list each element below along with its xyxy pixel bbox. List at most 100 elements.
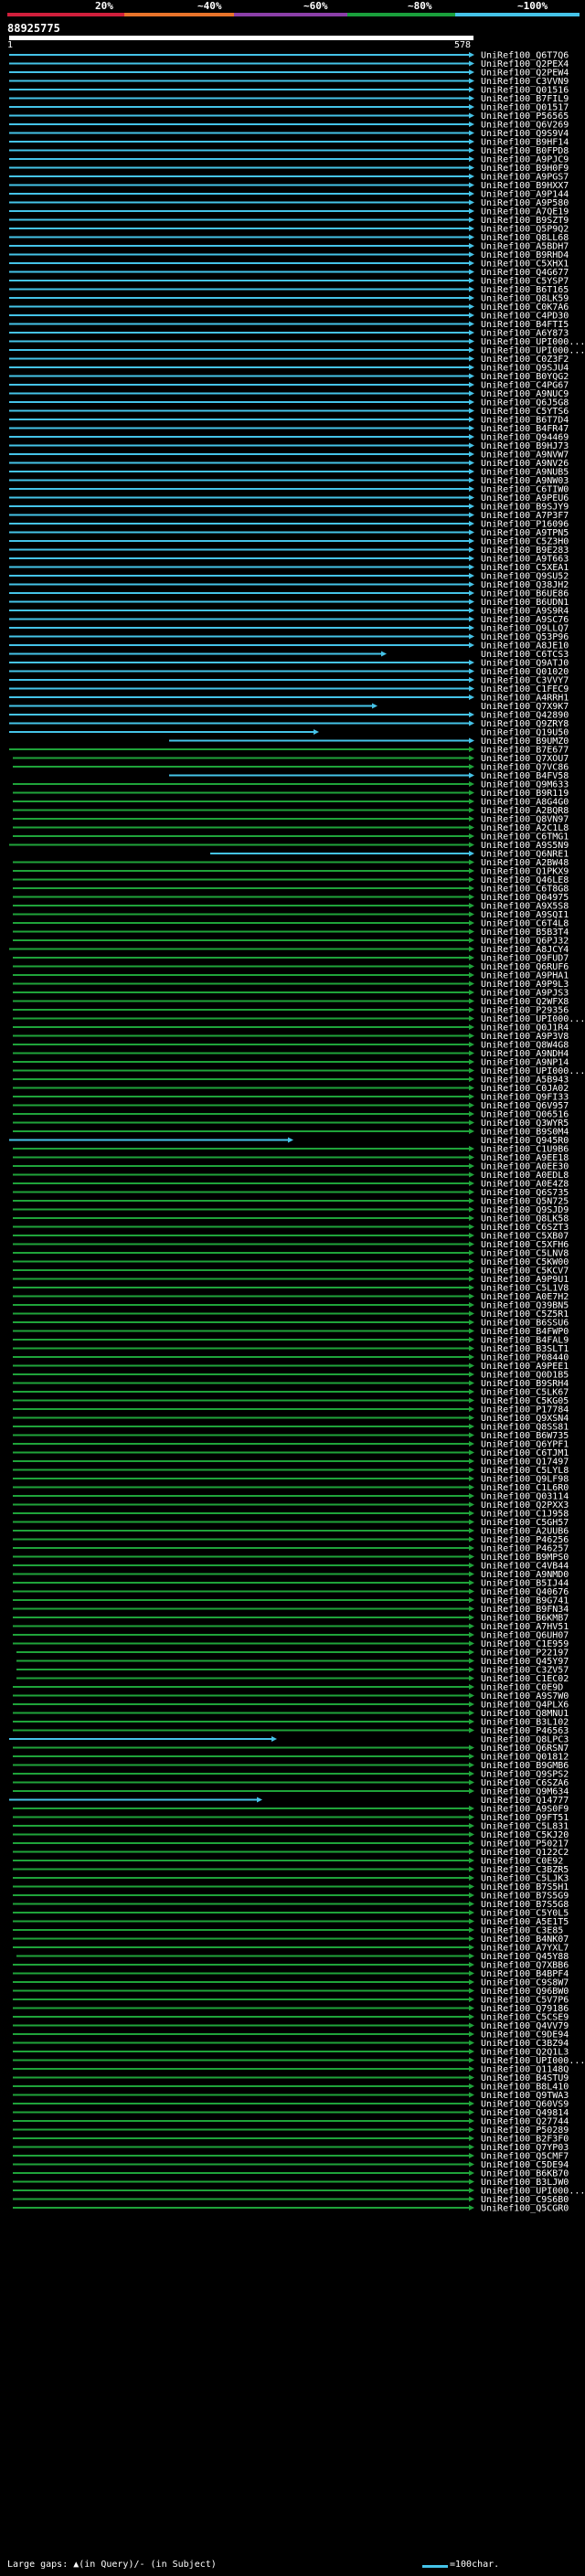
hit-arrow <box>469 668 474 674</box>
hit-arrow <box>469 1067 474 1074</box>
hit-arrow <box>469 564 474 570</box>
hit-arrow <box>469 972 474 978</box>
hit-arrow <box>469 1302 474 1308</box>
hit-arrow <box>469 330 474 335</box>
hit-arrow <box>469 885 474 891</box>
hit-arrow <box>469 720 474 726</box>
hit-arrow <box>469 747 474 752</box>
hit-arrow <box>469 1580 474 1585</box>
hit-arrow <box>469 52 474 58</box>
hit-arrow <box>469 1997 474 2002</box>
hit-arrow <box>469 1241 474 1247</box>
hit-arrow <box>469 1198 474 1203</box>
hit-arrow <box>469 1866 474 1872</box>
hit-arrow <box>469 990 474 995</box>
hit-arrow <box>469 1511 474 1516</box>
hit-arrow <box>469 365 474 370</box>
hit-arrow <box>469 1883 474 1890</box>
hit-arrow <box>469 1849 474 1855</box>
hit-arrow <box>469 1189 474 1195</box>
hit-arrow <box>469 998 474 1004</box>
hit-arrow <box>469 504 474 509</box>
hit-arrow <box>469 2136 474 2141</box>
hit-arrow <box>469 1493 474 1499</box>
hit-arrow <box>469 2205 474 2210</box>
hit-arrow <box>469 755 474 761</box>
hit-arrow <box>469 911 474 917</box>
hit-arrow <box>469 1059 474 1065</box>
hit-arrow <box>469 2170 474 2176</box>
hit-arrow <box>469 1441 474 1447</box>
hit-arrow <box>469 217 474 223</box>
hit-arrow <box>469 816 474 822</box>
hit-arrow <box>469 1085 474 1091</box>
hit-arrow <box>469 1545 474 1551</box>
hit-arrow <box>469 260 474 266</box>
hit-arrow <box>469 1458 474 1464</box>
hit-arrow <box>469 694 474 700</box>
hit-arrow <box>469 226 474 231</box>
hit-arrow <box>469 486 474 492</box>
hit-arrow <box>469 243 474 249</box>
hit-arrow <box>469 234 474 240</box>
hit-arrow <box>469 2153 474 2158</box>
hit-arrow <box>469 2196 474 2202</box>
hit-arrow <box>469 833 474 839</box>
hit-arrow <box>469 1397 474 1404</box>
hit-arrow <box>469 608 474 613</box>
hit-arrow <box>469 442 474 449</box>
hit-arrow <box>469 1831 474 1838</box>
hit-arrow <box>469 199 474 206</box>
hit-arrow <box>469 737 474 744</box>
hit-arrow <box>469 1476 474 1481</box>
hit-arrow <box>469 1710 474 1716</box>
hit-arrow <box>469 556 474 561</box>
hit-arrow <box>469 1701 474 1707</box>
hit-arrow <box>469 1615 474 1620</box>
hit-arrow <box>469 1658 474 1664</box>
hit-arrow <box>469 2118 474 2124</box>
hit-arrow <box>469 928 474 935</box>
hit-arrow <box>469 920 474 926</box>
hit-arrow <box>469 347 474 353</box>
hit-arrow <box>469 1962 474 1967</box>
hit-arrow <box>469 1910 474 1915</box>
hit-arrow <box>469 1042 474 1047</box>
hit-arrow <box>469 1310 474 1317</box>
hit-arrow <box>469 1146 474 1151</box>
hit-arrow <box>469 894 474 900</box>
hit-arrow <box>288 1137 293 1143</box>
hit-arrow <box>469 1328 474 1334</box>
hit-arrow <box>469 1684 474 1690</box>
hit-arrow <box>469 477 474 483</box>
hit-arrow <box>469 859 474 865</box>
hit-accession-link[interactable]: UniRef100_Q5CGR0 <box>481 2204 569 2214</box>
hit-arrow <box>469 1050 474 1056</box>
hit-arrow <box>381 651 387 657</box>
hit-arrow <box>469 903 474 908</box>
hit-arrow <box>469 1250 474 1256</box>
hit-arrow <box>469 286 474 292</box>
hit-arrow <box>469 1806 474 1811</box>
hit-arrow <box>469 512 474 518</box>
hit-arrow <box>469 1076 474 1082</box>
hit-arrow <box>469 164 474 171</box>
hit-arrow <box>271 1736 277 1742</box>
hit-arrow <box>469 807 474 813</box>
hit-arrow <box>469 338 474 345</box>
hit-arrow <box>469 1111 474 1117</box>
hit-arrow <box>469 208 474 214</box>
hit-arrow <box>469 677 474 683</box>
hit-arrow <box>469 251 474 258</box>
hit-arrow <box>469 842 474 848</box>
hit-arrow <box>469 2057 474 2063</box>
hit-arrow <box>469 303 474 310</box>
hit-arrow <box>469 2188 474 2193</box>
hit-arrow <box>469 1519 474 1525</box>
hit-arrow <box>469 1858 474 1863</box>
hit-arrow <box>469 2109 474 2115</box>
hit-arrow <box>469 1215 474 1221</box>
footer-gaps-legend: Large gaps: ▲(in Query)/- (in Subject) <box>7 2560 217 2570</box>
hit-arrow <box>469 660 474 665</box>
hit-arrow <box>469 1901 474 1907</box>
